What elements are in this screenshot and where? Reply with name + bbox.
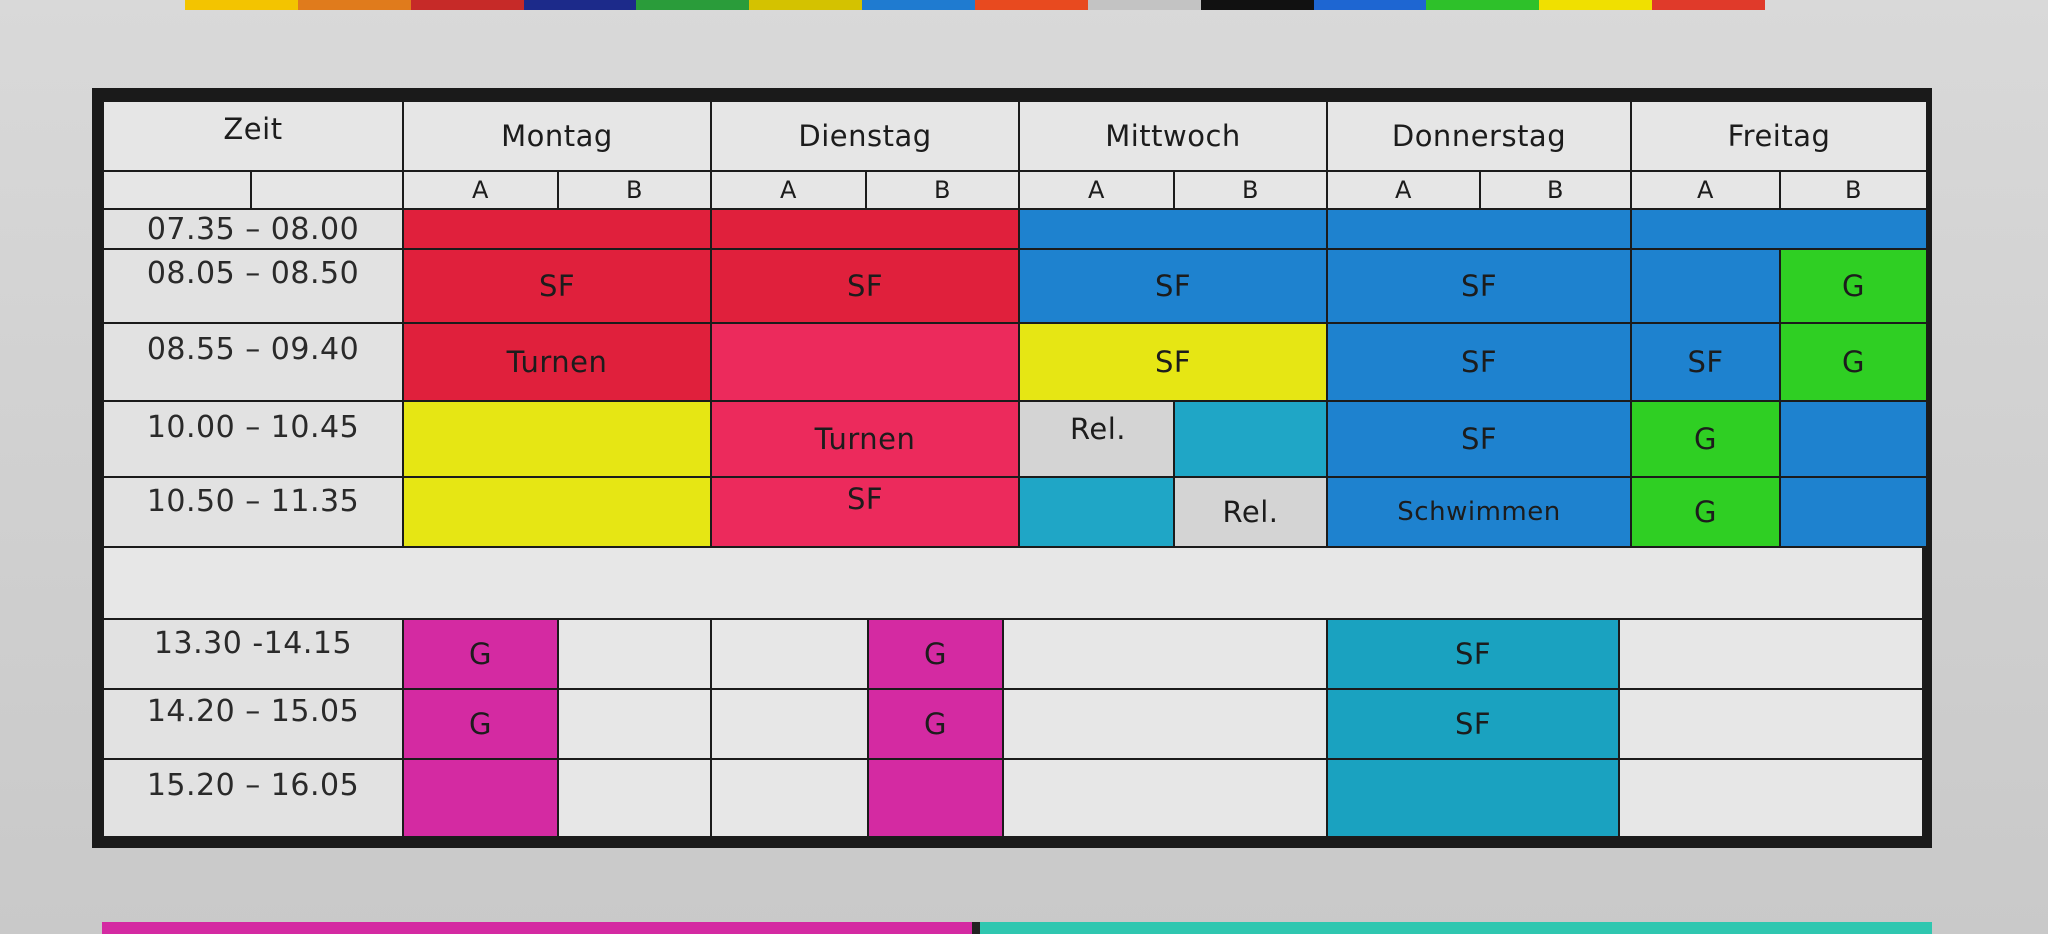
subheader-mittwoch-b: B	[1173, 170, 1328, 210]
subheader-dienstag-a: A	[710, 170, 867, 210]
time-slot-4: 10.00 – 10.45	[102, 400, 404, 478]
cell-montag-slot4	[402, 400, 712, 478]
cell-donnerstag-slot8	[1326, 758, 1620, 838]
subheader-donnerstag-a: A	[1326, 170, 1481, 210]
cell-freitag-slot1	[1630, 208, 1928, 250]
cell-donnerstag-slot5: Schwimmen	[1326, 476, 1632, 548]
cell-freitag-slot3-b: G	[1779, 322, 1928, 402]
cell-dienstag-slot8-a	[710, 758, 869, 838]
time-slot-8: 15.20 – 16.05	[102, 758, 404, 838]
header-day-freitag: Freitag	[1630, 100, 1928, 172]
header-day-montag: Montag	[402, 100, 712, 172]
cell-mittwoch-slot3: SF	[1018, 322, 1328, 402]
cell-donnerstag-slot4: SF	[1326, 400, 1632, 478]
cell-dienstag-slot2: SF	[710, 248, 1020, 324]
cell-freitag-slot8	[1618, 758, 1924, 838]
cell-montag-slot5	[402, 476, 712, 548]
time-slot-3: 08.55 – 09.40	[102, 322, 404, 402]
cell-mittwoch-slot7	[1002, 688, 1328, 760]
time-slot-1: 07.35 – 08.00	[102, 208, 404, 250]
cell-mittwoch-slot1	[1018, 208, 1328, 250]
cell-dienstag-slot6-a	[710, 618, 869, 690]
cell-freitag-slot2-b: G	[1779, 248, 1928, 324]
timetable: Zeit Montag Dienstag Mittwoch Donnerstag…	[102, 100, 1928, 840]
cell-mittwoch-slot6	[1002, 618, 1328, 690]
cell-freitag-slot2-a	[1630, 248, 1781, 324]
subheader-freitag-b: B	[1779, 170, 1928, 210]
cell-dienstag-slot5: SF	[710, 476, 1020, 548]
cell-dienstag-slot3	[710, 322, 1020, 402]
header-day-donnerstag: Donnerstag	[1326, 100, 1632, 172]
cell-donnerstag-slot1	[1326, 208, 1632, 250]
cell-freitag-slot5-b	[1779, 476, 1928, 548]
cell-donnerstag-slot7: SF	[1326, 688, 1620, 760]
subheader-dienstag-b: B	[865, 170, 1020, 210]
cell-freitag-slot6	[1618, 618, 1924, 690]
cell-montag-slot6-a: G	[402, 618, 559, 690]
cell-donnerstag-slot6: SF	[1326, 618, 1620, 690]
cell-freitag-slot3-a: SF	[1630, 322, 1781, 402]
cell-mittwoch-slot5-a	[1018, 476, 1175, 548]
subheader-mittwoch-a: A	[1018, 170, 1175, 210]
cell-donnerstag-slot3: SF	[1326, 322, 1632, 402]
cell-mittwoch-slot8	[1002, 758, 1328, 838]
cell-mittwoch-slot2: SF	[1018, 248, 1328, 324]
cell-freitag-slot5-a: G	[1630, 476, 1781, 548]
cell-montag-slot7-b	[557, 688, 712, 760]
cell-montag-slot7-a: G	[402, 688, 559, 760]
cell-montag-slot8-a	[402, 758, 559, 838]
cell-dienstag-slot1	[710, 208, 1020, 250]
cell-dienstag-slot6-b: G	[867, 618, 1004, 690]
cell-mittwoch-slot4-a: Rel.	[1018, 400, 1175, 478]
cell-donnerstag-slot2: SF	[1326, 248, 1632, 324]
header-day-mittwoch: Mittwoch	[1018, 100, 1328, 172]
cell-mittwoch-slot5-b: Rel.	[1173, 476, 1328, 548]
cell-mittwoch-slot4-b	[1173, 400, 1328, 478]
subheader-freitag-a: A	[1630, 170, 1781, 210]
cell-montag-slot1	[402, 208, 712, 250]
time-slot-6: 13.30 -14.15	[102, 618, 404, 690]
bottom-color-strip	[102, 922, 1932, 934]
subheader-zeit-left	[102, 170, 252, 210]
cell-dienstag-slot8-b	[867, 758, 1004, 838]
cell-freitag-slot4-a: G	[1630, 400, 1781, 478]
time-slot-7: 14.20 – 15.05	[102, 688, 404, 760]
header-day-dienstag: Dienstag	[710, 100, 1020, 172]
cell-dienstag-slot7-b: G	[867, 688, 1004, 760]
cell-freitag-slot7	[1618, 688, 1924, 760]
time-slot-2: 08.05 – 08.50	[102, 248, 404, 324]
cell-montag-slot8-b	[557, 758, 712, 838]
cell-dienstag-slot4: Turnen	[710, 400, 1020, 478]
cell-montag-slot2: SF	[402, 248, 712, 324]
cell-dienstag-slot7-a	[710, 688, 869, 760]
cell-freitag-slot4-b	[1779, 400, 1928, 478]
subheader-montag-a: A	[402, 170, 559, 210]
cell-montag-slot6-b	[557, 618, 712, 690]
subheader-montag-b: B	[557, 170, 712, 210]
subheader-donnerstag-b: B	[1479, 170, 1632, 210]
top-color-strip	[185, 0, 1766, 10]
lunch-break-row	[102, 546, 1924, 620]
header-zeit: Zeit	[102, 100, 404, 172]
subheader-zeit-right	[250, 170, 404, 210]
time-slot-5: 10.50 – 11.35	[102, 476, 404, 548]
cell-montag-slot3: Turnen	[402, 322, 712, 402]
